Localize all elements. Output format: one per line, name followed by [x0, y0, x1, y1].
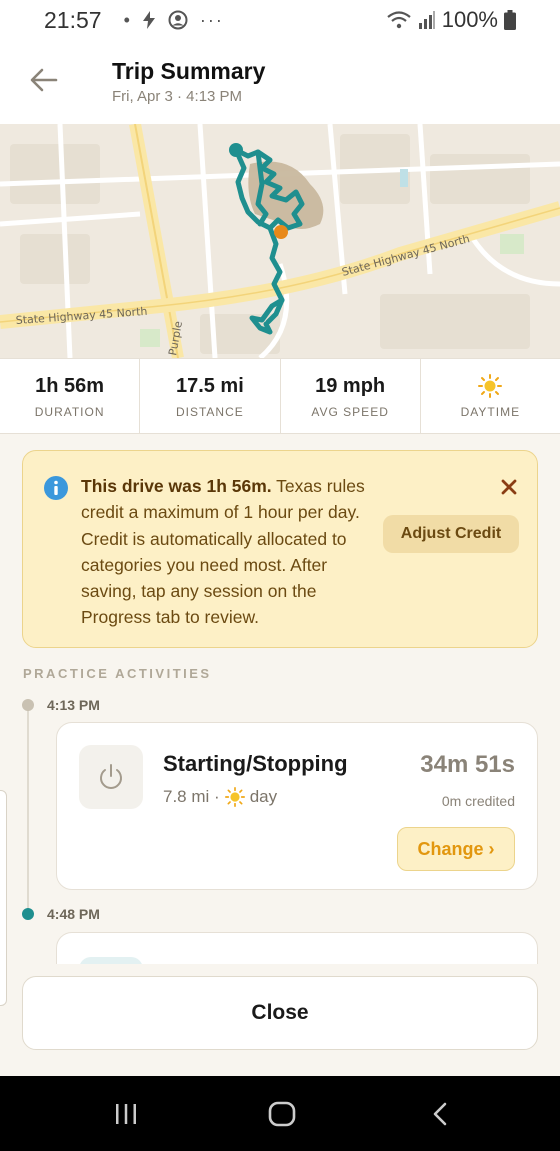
timeline-dot: [22, 699, 34, 711]
stat-duration: 1h 56m DURATION: [0, 359, 141, 433]
recent-apps-icon[interactable]: [114, 1102, 138, 1126]
activity-time: 4:48 PM: [47, 906, 100, 922]
change-button[interactable]: Change ›: [397, 827, 515, 871]
battery-icon: [504, 10, 516, 30]
activity-time: 4:13 PM: [47, 697, 100, 713]
page-subtitle: Fri, Apr 3 · 4:13 PM: [112, 88, 243, 105]
home-icon[interactable]: [268, 1101, 296, 1127]
activity-title: Starting/Stopping: [163, 751, 348, 776]
notice-bold: This drive was 1h 56m.: [81, 476, 272, 496]
activity-icon: [79, 745, 143, 809]
trip-stats: 1h 56m DURATION 17.5 mi DISTANCE 19 mph …: [0, 358, 560, 434]
adjust-credit-button[interactable]: Adjust Credit: [383, 515, 519, 553]
wifi-icon: [387, 11, 411, 29]
back-icon[interactable]: [430, 1102, 450, 1126]
notice-body: Texas rules credit a maximum of 1 hour p…: [81, 476, 365, 628]
more-icon: ···: [199, 9, 224, 30]
stat-daytime: DAYTIME: [421, 359, 560, 433]
timeline-line: [27, 705, 29, 915]
activity-subtitle: 7.8 mi · day: [163, 787, 277, 807]
close-icon[interactable]: [499, 477, 519, 497]
bolt-icon: [142, 11, 155, 29]
account-circle-icon: [168, 10, 188, 30]
status-bar: 21:57 • ··· 100%: [0, 0, 560, 40]
back-arrow-icon[interactable]: [28, 64, 60, 96]
battery-percent: 100%: [441, 7, 498, 32]
credit-notice: This drive was 1h 56m. Texas rules credi…: [22, 450, 538, 648]
activity-period: day: [249, 787, 278, 806]
page-title: Trip Summary: [112, 58, 266, 84]
status-time: 21:57: [44, 6, 102, 33]
power-icon: [100, 764, 122, 789]
activity-credited: 0m credited: [441, 793, 515, 809]
header: Trip Summary Fri, Apr 3 · 4:13 PM: [0, 40, 560, 124]
activity-icon: [79, 957, 143, 964]
sun-icon: [224, 787, 245, 807]
section-title: PRACTICE ACTIVITIES: [23, 666, 212, 681]
activity-card[interactable]: Starting/Stopping 7.8 mi · day 34m 51s 0…: [56, 722, 538, 890]
info-icon: [44, 476, 68, 500]
trip-map[interactable]: State Highway 45 North State Highway 45 …: [0, 124, 560, 358]
stat-avg-speed: 19 mph AVG SPEED: [281, 359, 421, 433]
sun-icon: [478, 374, 503, 398]
notice-message: This drive was 1h 56m. Texas rules credi…: [81, 473, 381, 631]
stat-distance: 17.5 mi DISTANCE: [140, 359, 281, 433]
system-nav-bar: [0, 1076, 560, 1151]
close-button[interactable]: Close: [22, 976, 538, 1050]
activity-card[interactable]: [56, 932, 538, 964]
activity-distance: 7.8 mi ·: [163, 787, 220, 806]
activity-duration: 34m 51s: [420, 751, 515, 778]
dot-icon: •: [123, 9, 130, 30]
timeline-dot: [22, 908, 34, 920]
side-drawer-handle[interactable]: [0, 790, 7, 1006]
signal-icon: [418, 11, 435, 29]
